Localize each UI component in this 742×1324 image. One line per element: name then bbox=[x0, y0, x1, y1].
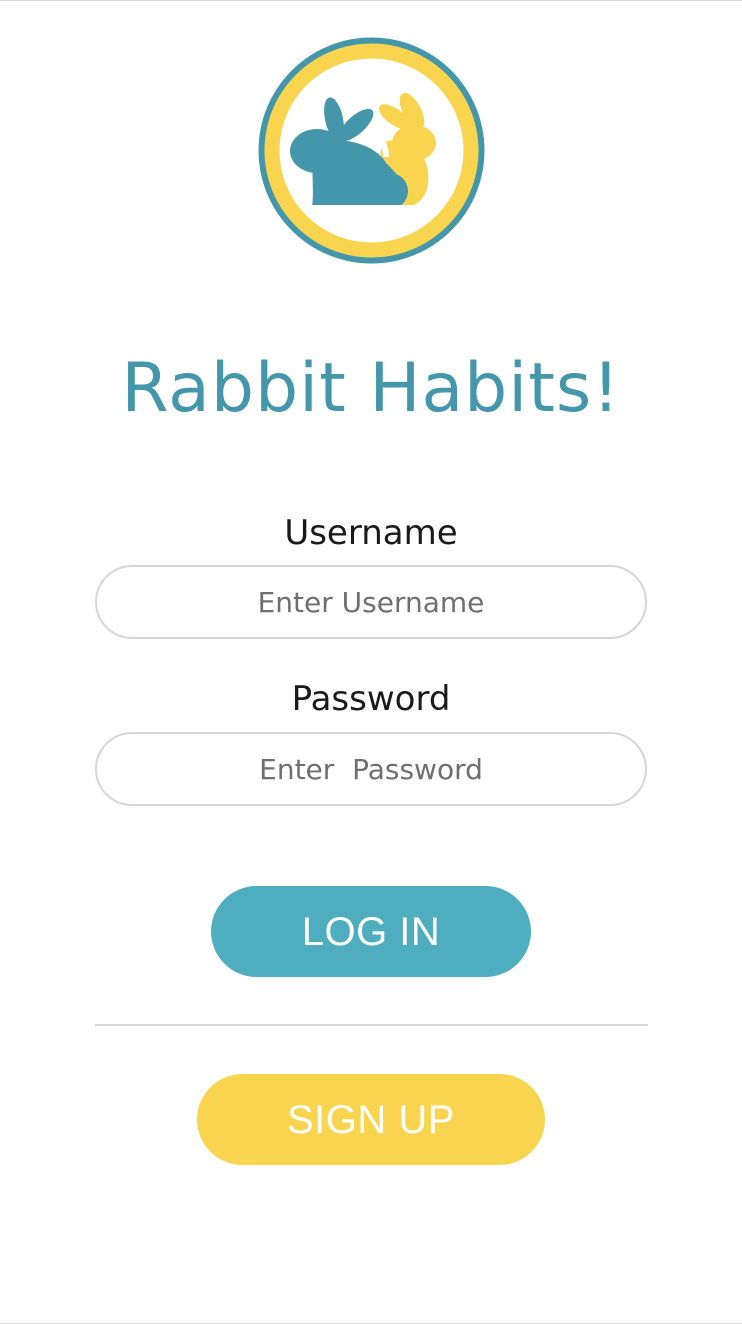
password-input[interactable] bbox=[95, 732, 647, 806]
login-screen: Rabbit Habits! Username Password LOG IN … bbox=[0, 0, 742, 1324]
username-label: Username bbox=[284, 513, 458, 553]
app-title: Rabbit Habits! bbox=[121, 349, 621, 428]
rabbit-pair-logo-icon bbox=[254, 33, 489, 268]
divider bbox=[95, 1024, 648, 1026]
signup-button[interactable]: SIGN UP bbox=[197, 1074, 545, 1165]
password-label: Password bbox=[291, 679, 451, 719]
username-input[interactable] bbox=[95, 565, 647, 639]
login-button[interactable]: LOG IN bbox=[211, 886, 531, 977]
